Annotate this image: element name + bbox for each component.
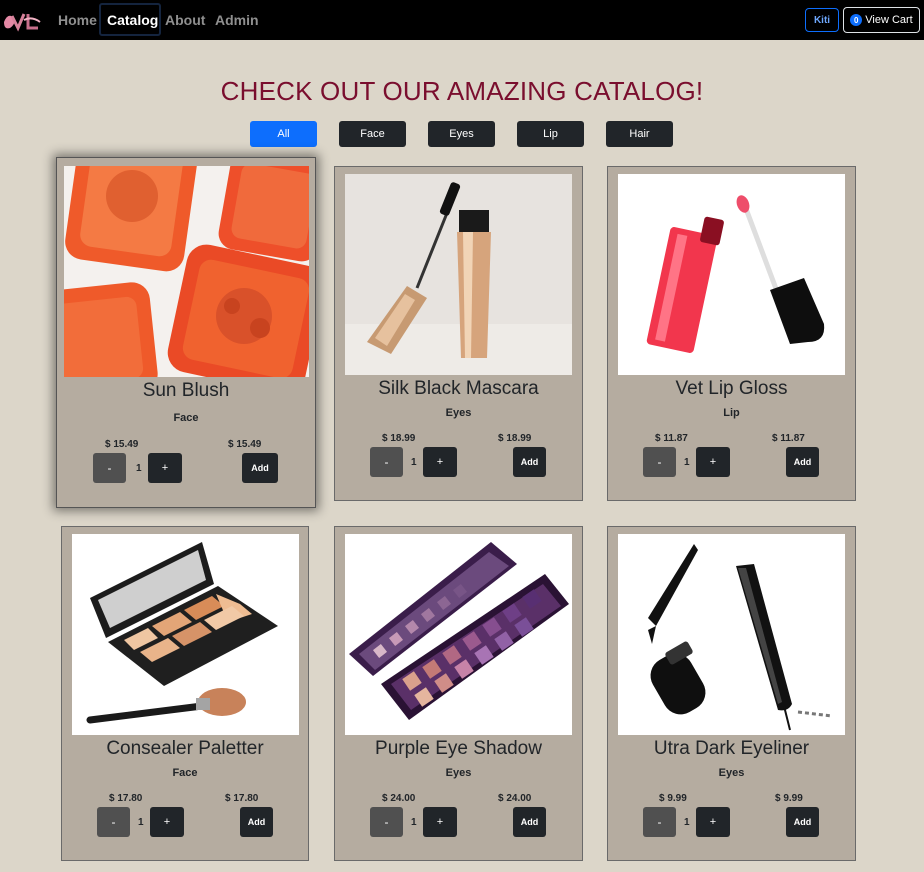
mascara-image-icon (345, 174, 572, 375)
product-card[interactable]: Sun Blush Face $ 15.49 $ 15.49 - 1 + Add (56, 157, 316, 508)
product-name: Vet Lip Gloss (675, 378, 788, 399)
product-name: Utra Dark Eyeliner (653, 738, 810, 759)
product-name: Purple Eye Shadow (375, 738, 542, 759)
product-price: $ 11.87 (655, 433, 688, 444)
product-image[interactable] (345, 174, 572, 375)
page-title: CHECK OUT OUR AMAZING CATALOG! (220, 76, 704, 106)
product-image[interactable] (618, 174, 845, 375)
increase-qty-button[interactable]: + (696, 807, 730, 837)
quantity-value: 1 (411, 817, 417, 828)
product-category: Face (173, 412, 199, 424)
eyeshadow-palette-image-icon (345, 534, 572, 735)
product-total: $ 15.49 (228, 439, 262, 450)
increase-qty-button[interactable]: + (148, 453, 182, 483)
quantity-value: 1 (684, 817, 690, 828)
filter-all-button[interactable]: All (250, 121, 317, 147)
product-price: $ 17.80 (109, 793, 143, 804)
product-price: $ 18.99 (382, 433, 416, 444)
product-image[interactable] (72, 534, 299, 735)
add-to-cart-button[interactable]: Add (786, 807, 819, 837)
add-to-cart-button[interactable]: Add (513, 807, 546, 837)
nav-about-link[interactable]: About (165, 12, 205, 28)
filter-hair-button[interactable]: Hair (606, 121, 673, 147)
product-card[interactable]: Utra Dark Eyeliner Eyes $ 9.99 $ 9.99 - … (607, 526, 856, 861)
product-category: Eyes (445, 407, 472, 419)
product-category: Eyes (718, 767, 745, 779)
product-name: Sun Blush (142, 380, 230, 401)
decrease-qty-button[interactable]: - (370, 807, 403, 837)
add-to-cart-button[interactable]: Add (513, 447, 546, 477)
decrease-qty-button[interactable]: - (643, 447, 676, 477)
product-category: Face (172, 767, 198, 779)
blush-image-icon (64, 166, 309, 377)
add-to-cart-button[interactable]: Add (240, 807, 273, 837)
quantity-value: 1 (684, 457, 690, 468)
product-name: Consealer Paletter (106, 738, 264, 759)
quantity-value: 1 (411, 457, 417, 468)
lip-gloss-image-icon (618, 174, 845, 375)
product-total: $ 9.99 (775, 793, 803, 804)
view-cart-label: View Cart (865, 14, 913, 26)
quantity-value: 1 (136, 463, 142, 474)
increase-qty-button[interactable]: + (696, 447, 730, 477)
increase-qty-button[interactable]: + (150, 807, 184, 837)
product-card[interactable]: Purple Eye Shadow Eyes $ 24.00 $ 24.00 -… (334, 526, 583, 861)
navbar: Home Catalog About Admin Kiti 0 View Car… (0, 0, 924, 40)
filter-lip-button[interactable]: Lip (517, 121, 584, 147)
increase-qty-button[interactable]: + (423, 447, 457, 477)
add-to-cart-button[interactable]: Add (786, 447, 819, 477)
decrease-qty-button[interactable]: - (370, 447, 403, 477)
product-card[interactable]: Consealer Paletter Face $ 17.80 $ 17.80 … (61, 526, 309, 861)
user-button[interactable]: Kiti (805, 8, 839, 32)
filter-eyes-button[interactable]: Eyes (428, 121, 495, 147)
nav-catalog-link[interactable]: Catalog (107, 12, 158, 28)
increase-qty-button[interactable]: + (423, 807, 457, 837)
product-price: $ 15.49 (105, 439, 139, 450)
product-category: Eyes (445, 767, 472, 779)
quantity-value: 1 (138, 817, 144, 828)
filter-face-button[interactable]: Face (339, 121, 406, 147)
product-category: Lip (723, 407, 740, 419)
product-image[interactable] (345, 534, 572, 735)
product-price: $ 24.00 (382, 793, 416, 804)
product-total: $ 24.00 (498, 793, 532, 804)
eyeliner-image-icon (618, 534, 845, 735)
decrease-qty-button[interactable]: - (97, 807, 130, 837)
product-total: $ 18.99 (498, 433, 532, 444)
brand-logo[interactable] (2, 8, 42, 32)
product-price: $ 9.99 (659, 793, 687, 804)
product-total: $ 17.80 (225, 793, 259, 804)
decrease-qty-button[interactable]: - (643, 807, 676, 837)
nav-home-link[interactable]: Home (58, 12, 97, 28)
view-cart-button[interactable]: 0 View Cart (843, 7, 920, 33)
concealer-palette-image-icon (72, 534, 299, 735)
decrease-qty-button[interactable]: - (93, 453, 126, 483)
product-image[interactable] (618, 534, 845, 735)
product-card[interactable]: Silk Black Mascara Eyes $ 18.99 $ 18.99 … (334, 166, 583, 501)
product-name: Silk Black Mascara (378, 378, 539, 399)
cart-count-badge: 0 (850, 14, 863, 26)
product-total: $ 11.87 (772, 433, 805, 444)
nav-admin-link[interactable]: Admin (215, 12, 259, 28)
product-image[interactable] (64, 166, 309, 377)
product-card[interactable]: Vet Lip Gloss Lip $ 11.87 $ 11.87 - 1 + … (607, 166, 856, 501)
add-to-cart-button[interactable]: Add (242, 453, 278, 483)
